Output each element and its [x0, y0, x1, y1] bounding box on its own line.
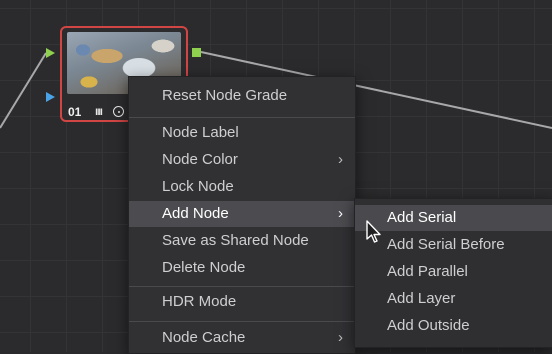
- menu-item-lock-node[interactable]: Lock Node: [129, 174, 355, 200]
- menu-item-delete-node[interactable]: Delete Node: [129, 255, 355, 281]
- chevron-right-icon: ›: [338, 205, 343, 222]
- rgb-input-port[interactable]: [46, 48, 55, 58]
- chevron-right-icon: ›: [338, 151, 343, 168]
- menu-item-label: Lock Node: [162, 178, 234, 195]
- menu-item-label: Reset Node Grade: [162, 87, 288, 104]
- menu-item-label: Add Layer: [387, 290, 456, 307]
- menu-item-add-node[interactable]: Add Node ›: [129, 201, 355, 227]
- submenu-item-add-outside[interactable]: Add Outside: [355, 313, 552, 339]
- menu-item-node-cache[interactable]: Node Cache ›: [129, 325, 355, 351]
- node-number: 01: [68, 105, 82, 119]
- menu-separator: [129, 321, 355, 322]
- submenu-item-add-parallel[interactable]: Add Parallel: [355, 259, 552, 285]
- menu-item-label: Node Cache: [162, 329, 246, 346]
- menu-item-save-as-shared-node[interactable]: Save as Shared Node: [129, 228, 355, 254]
- mouse-pointer-icon: [366, 220, 381, 243]
- key-input-port[interactable]: [46, 92, 55, 102]
- menu-item-label: HDR Mode: [162, 293, 237, 310]
- submenu-item-add-serial-before[interactable]: Add Serial Before: [355, 232, 552, 258]
- menu-item-node-label[interactable]: Node Label: [129, 120, 355, 146]
- menu-item-label: Node Color: [162, 151, 238, 168]
- clock-icon: [113, 106, 124, 117]
- menu-separator: [129, 117, 355, 118]
- submenu-item-add-serial[interactable]: Add Serial: [355, 205, 552, 231]
- menu-item-node-color[interactable]: Node Color ›: [129, 147, 355, 173]
- menu-item-label: Add Outside: [387, 317, 470, 334]
- menu-item-label: Node Label: [162, 124, 239, 141]
- menu-item-label: Save as Shared Node: [162, 232, 309, 249]
- menu-item-label: Add Node: [162, 205, 229, 222]
- menu-item-label: Delete Node: [162, 259, 246, 276]
- menu-item-label: Add Parallel: [387, 263, 468, 280]
- menu-item-label: Add Serial Before: [387, 236, 505, 253]
- node-context-menu: Reset Node Grade Node Label Node Color ›…: [128, 76, 356, 354]
- node-graph-canvas[interactable]: 01 ııı Reset Node Grade Node Label Node …: [0, 0, 552, 354]
- input-link-line: [0, 52, 47, 129]
- add-node-submenu: Add Serial Add Serial Before Add Paralle…: [354, 198, 552, 348]
- rgb-output-port[interactable]: [192, 48, 201, 57]
- node-tools-indicator: ııı: [95, 104, 103, 118]
- menu-separator: [129, 286, 355, 287]
- submenu-item-add-layer[interactable]: Add Layer: [355, 286, 552, 312]
- menu-item-hdr-mode[interactable]: HDR Mode: [129, 289, 355, 315]
- chevron-right-icon: ›: [338, 329, 343, 346]
- menu-item-reset-node-grade[interactable]: Reset Node Grade: [129, 83, 355, 109]
- menu-item-label: Add Serial: [387, 209, 457, 226]
